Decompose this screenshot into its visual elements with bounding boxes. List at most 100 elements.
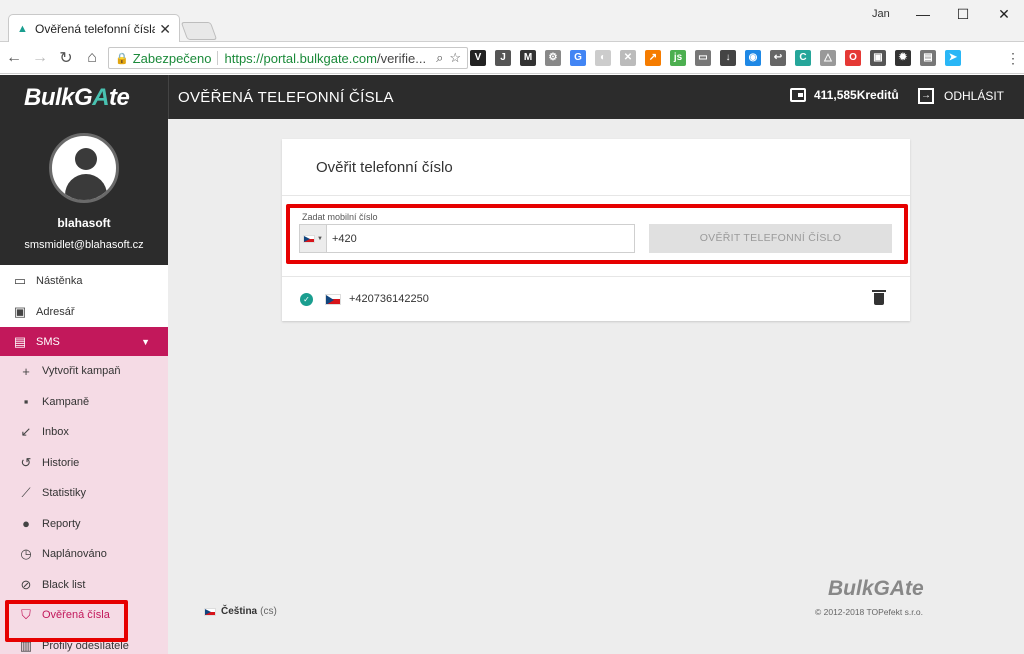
reload-icon[interactable]: ↻ (54, 48, 78, 68)
history-icon: ↺ (20, 454, 32, 470)
url-text[interactable]: https://portal.bulkgate.com/verifie... (224, 51, 430, 66)
sidebar-item-dashboard[interactable]: ▭ Nástěnka (0, 265, 168, 296)
sidebar-item-create-campaign[interactable]: + Vytvořit kampaň (0, 356, 168, 387)
close-window-icon[interactable]: ✕ (993, 4, 1015, 24)
bulkgate-logo[interactable]: BulkGAte (24, 84, 130, 112)
extension-v-icon[interactable]: V (470, 50, 486, 66)
profile-panel: blahasoft smsmidlet@blahasoft.cz (0, 119, 168, 265)
extension-cog-icon[interactable]: ✹ (895, 50, 911, 66)
extension-back-icon[interactable]: ↩ (770, 50, 786, 66)
extension-eye-icon[interactable]: ◉ (745, 50, 761, 66)
sidebar-item-address-book[interactable]: ▣ Adresář (0, 296, 168, 327)
home-icon[interactable]: ⌂ (80, 49, 104, 67)
extension-analytics-icon[interactable]: ↗ (645, 50, 661, 66)
sidebar-item-black-list[interactable]: ⊘ Black list (0, 570, 168, 601)
lock-icon: 🔒 (115, 52, 129, 65)
plus-icon: + (22, 363, 30, 379)
browser-menu-icon[interactable]: ⋮ (1006, 50, 1020, 67)
language-code: (cs) (260, 606, 277, 617)
caret-down-icon: ▼ (141, 336, 150, 347)
minimize-icon[interactable]: — (912, 4, 934, 24)
sidebar-item-label: Inbox (42, 426, 69, 439)
sidebar-item-inbox[interactable]: ↙ Inbox (0, 417, 168, 448)
extension-gray-icon[interactable]: ◐ (595, 50, 611, 66)
extension-clear-icon[interactable]: ✕ (620, 50, 636, 66)
alarm-icon: ◷ (20, 546, 32, 562)
app-header: BulkGAte OVĚŘENÁ TELEFONNÍ ČÍSLA 411,585… (0, 75, 1024, 119)
extension-c-icon[interactable]: C (795, 50, 811, 66)
extension-jb-icon[interactable]: J (495, 50, 511, 66)
tab-title: Ověřená telefonní čísla | B (35, 22, 156, 36)
sidebar-item-label: Historie (42, 456, 80, 469)
sidebar-item-label: Black list (42, 578, 86, 591)
language-selector[interactable]: Čeština (cs) (204, 606, 277, 617)
wallet-icon (790, 88, 806, 102)
page-title: OVĚŘENÁ TELEFONNÍ ČÍSLA (178, 89, 394, 106)
check-circle-icon: ✓ (300, 292, 313, 306)
new-tab-button[interactable] (180, 22, 218, 40)
extension-gear-icon[interactable]: ⚙ (545, 50, 561, 66)
contact-book-icon: ▣ (13, 303, 27, 319)
footer-copyright: © 2012-2018 TOPefekt s.r.o. (815, 607, 924, 617)
sidebar-item-scheduled[interactable]: ◷ Naplánováno (0, 539, 168, 570)
address-bar[interactable]: 🔒 Zabezpečeno https://portal.bulkgate.co… (108, 47, 468, 69)
extension-translate-icon[interactable]: G (570, 50, 586, 66)
monitor-icon: ▭ (13, 272, 27, 288)
footer-logo: BulkGAte (828, 577, 924, 600)
extension-screen-icon[interactable]: ▭ (695, 50, 711, 66)
browser-user[interactable]: Jan (872, 8, 890, 20)
browser-toolbar: ← → ↻ ⌂ 🔒 Zabezpečeno https://portal.bul… (0, 42, 1024, 74)
secure-label: Zabezpečeno (132, 50, 212, 66)
browser-titlebar: ▲ Ověřená telefonní čísla | B ✕ Jan — ☐ … (0, 0, 1024, 43)
tab-close-icon[interactable]: ✕ (159, 21, 171, 38)
czech-flag-icon (325, 293, 341, 305)
maximize-icon[interactable]: ☐ (952, 4, 974, 24)
credits-value: 411,585Kreditů (814, 88, 899, 102)
profile-username: blahasoft (57, 216, 111, 230)
header-divider (168, 75, 169, 119)
sidebar-item-sms[interactable]: ▤ SMS ▼ (0, 327, 168, 356)
message-icon: ▪ (23, 394, 29, 410)
highlight-verified-numbers-item (5, 600, 128, 642)
verified-number-row: ✓ +420736142250 (300, 290, 890, 307)
card-title: Ověřit telefonní číslo (316, 159, 453, 176)
back-icon[interactable]: ← (2, 49, 26, 67)
card-divider (282, 276, 910, 277)
bookmark-star-icon[interactable]: ☆ (449, 50, 461, 66)
block-icon: ⊘ (20, 576, 32, 592)
extension-box-icon[interactable]: ▤ (920, 50, 936, 66)
extension-js-icon[interactable]: js (670, 50, 686, 66)
bulkgate-favicon-icon: ▲ (17, 23, 28, 35)
sidebar: blahasoft smsmidlet@blahasoft.cz ▭ Nástě… (0, 119, 168, 654)
sidebar-item-reports[interactable]: ● Reporty (0, 509, 168, 540)
alert-icon: ● (22, 516, 30, 532)
logout-label: ODHLÁSIT (944, 89, 1005, 103)
highlight-verify-form (286, 204, 908, 264)
zoom-icon[interactable]: ⌕ (436, 50, 443, 66)
language-label: Čeština (221, 606, 258, 617)
card-divider (282, 195, 910, 196)
main-content: Ověřit telefonní číslo Zadat mobilní čís… (168, 119, 1024, 654)
sidebar-item-label: Reporty (42, 517, 81, 530)
forward-icon[interactable]: → (28, 49, 52, 67)
sidebar-item-campaigns[interactable]: ▪ Kampaně (0, 387, 168, 418)
sidebar-item-statistics[interactable]: ⟋ Statistiky (0, 478, 168, 509)
sidebar-item-label: Naplánováno (42, 548, 107, 561)
logout-icon: → (918, 88, 934, 104)
extension-send-icon[interactable]: ➤ (945, 50, 961, 66)
profile-email: smsmidlet@blahasoft.cz (24, 239, 144, 251)
browser-tab[interactable]: ▲ Ověřená telefonní čísla | B ✕ (8, 14, 180, 43)
extension-cube-icon[interactable]: ▣ (870, 50, 886, 66)
extension-download-icon[interactable]: ↓ (720, 50, 736, 66)
extension-opera-icon[interactable]: O (845, 50, 861, 66)
sidebar-item-history[interactable]: ↺ Historie (0, 448, 168, 479)
credits-link[interactable]: 411,585Kreditů (790, 88, 899, 102)
omnibox-separator (217, 51, 219, 65)
logout-button[interactable]: → ODHLÁSIT (918, 88, 1004, 104)
sidebar-item-label: Nástěnka (36, 274, 83, 287)
trash-icon[interactable] (872, 290, 886, 305)
extension-m-icon[interactable]: M (520, 50, 536, 66)
avatar-icon[interactable] (49, 133, 119, 203)
extension-drive-icon[interactable]: △ (820, 50, 836, 66)
arrow-inbox-icon: ↙ (20, 424, 32, 440)
